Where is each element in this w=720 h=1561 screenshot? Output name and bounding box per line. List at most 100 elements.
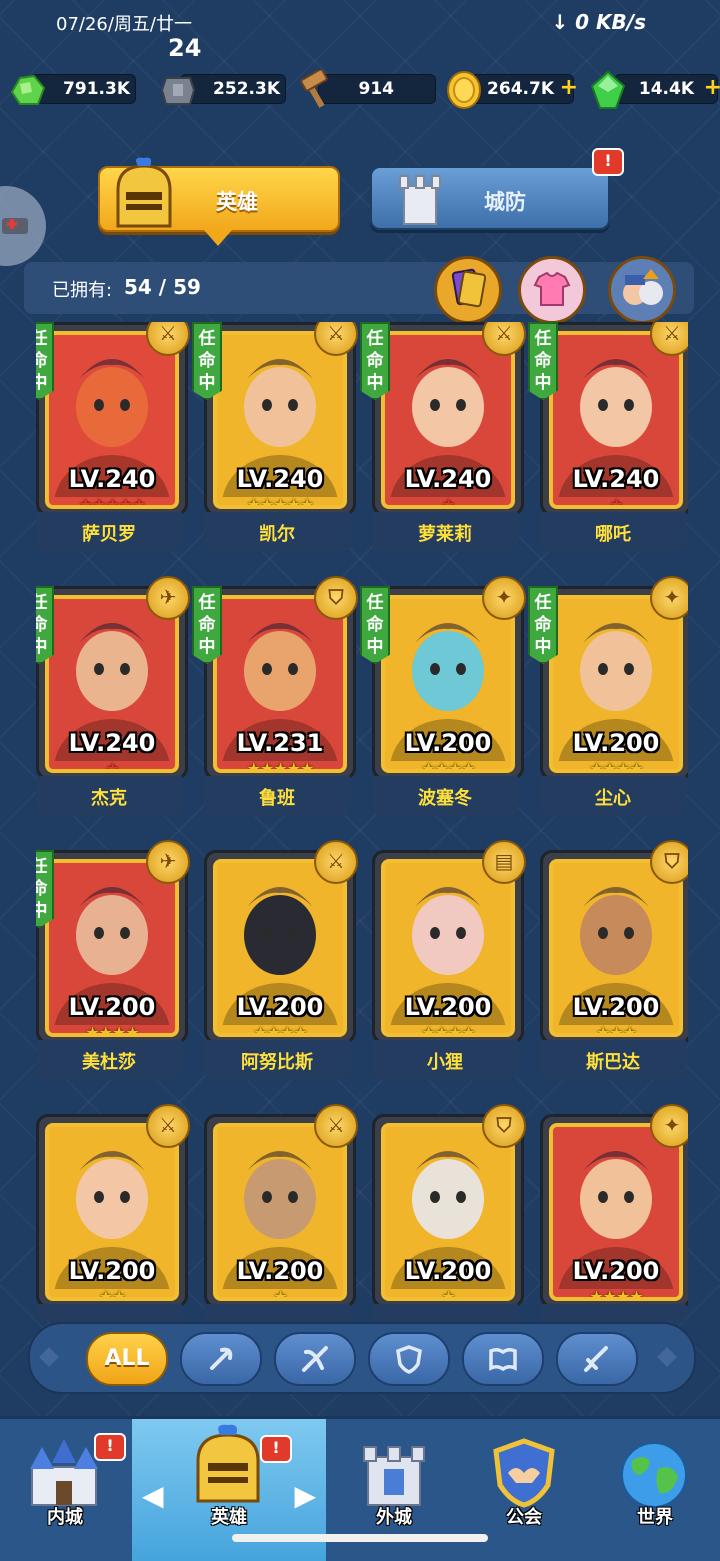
filter-ranged[interactable] (274, 1332, 356, 1386)
hero-portrait-frame: LV.240 ★★★★★ (213, 331, 347, 509)
nav-inner-city[interactable]: 内城 ! (0, 1419, 130, 1561)
guild-icon (493, 1438, 555, 1508)
hero-role-icon: ⛉ (650, 840, 688, 884)
gold-coin-icon (447, 71, 481, 109)
hero-stars: ★★ (98, 1287, 127, 1301)
hero-portrait-frame: LV.200 ★ (213, 1123, 347, 1301)
home-indicator[interactable] (232, 1534, 488, 1542)
hero-name: 尘心 (595, 788, 631, 809)
hero-name-bar (372, 1304, 518, 1322)
world-globe-icon (621, 1442, 687, 1508)
nav-inner-city-label: 内城 (47, 1507, 83, 1528)
hero-level: LV.200 (68, 993, 156, 1021)
hero-name-bar: 美杜莎 (36, 1040, 182, 1080)
filter-all[interactable]: ALL (86, 1332, 168, 1386)
appointed-ribbon: 任 命 中 (192, 322, 222, 400)
hero-level: LV.240 (404, 465, 492, 493)
hero-name: 斯巴达 (586, 1052, 640, 1073)
hero-group-button[interactable] (608, 256, 676, 324)
hero-level: LV.200 (236, 993, 324, 1021)
tab-hero-label: 英雄 (216, 190, 258, 214)
hero-stars: ★★★★ (589, 1287, 643, 1301)
hero-cards-button[interactable] (434, 256, 502, 324)
hero-name-bar: 哪吒 (540, 512, 686, 552)
add-gem-button[interactable]: + (704, 77, 720, 99)
hero-role-icon: ✈ (146, 576, 190, 620)
hero-role-icon: ⚔ (314, 840, 358, 884)
hero-level: LV.200 (404, 729, 492, 757)
hero-name: 美杜莎 (82, 1052, 136, 1073)
status-count: 24 (168, 34, 202, 62)
hero-portrait-frame: LV.240 ★★★★★ (45, 331, 179, 509)
hero-portrait-frame: LV.231 ★★★★★ (213, 595, 347, 773)
green-ore-icon (10, 74, 46, 105)
hero-name: 哪吒 (595, 524, 631, 545)
tab-pointer (204, 230, 232, 246)
resource-gold[interactable]: 264.7K + (444, 70, 578, 109)
cards-icon (451, 268, 487, 308)
add-gold-button[interactable]: + (560, 77, 578, 99)
nav-world[interactable]: 世界 (590, 1419, 720, 1561)
tab-defense-label: 城防 (484, 190, 526, 214)
side-chat-bubble[interactable] (0, 186, 46, 266)
tab-hero[interactable]: 英雄 (98, 157, 340, 246)
hero-level: LV.200 (68, 1257, 156, 1285)
hero-name-bar: 斯巴达 (540, 1040, 686, 1080)
appointed-ribbon: 任 命 中 (36, 322, 54, 400)
hero-name-bar: 尘心 (540, 776, 686, 816)
hero-portrait-frame: LV.240 ★ (381, 331, 515, 509)
hero-level: LV.240 (572, 465, 660, 493)
tab-defense[interactable]: 城防 (370, 166, 610, 230)
resource-stone[interactable]: 252.3K (158, 70, 286, 106)
filter-support[interactable] (462, 1332, 544, 1386)
nav-guild-label: 公会 (506, 1507, 542, 1528)
resource-ore[interactable]: 791.3K (8, 70, 136, 106)
status-date: 07/26/周五/廿一 (56, 14, 193, 35)
resource-bar: 791.3K 252.3K 914 264.7K + 14.4K + (8, 70, 720, 110)
filter-defender[interactable] (368, 1332, 450, 1386)
hero-portrait-frame: LV.200 ★★★★ (549, 595, 683, 773)
hero-stars: ★★★★ (421, 1023, 475, 1037)
hero-name-bar: 凯尔 (204, 512, 350, 552)
hero-group-icon (623, 269, 663, 305)
hero-name-bar: 杰克 (36, 776, 182, 816)
nav-next-arrow[interactable]: ▶ (294, 1479, 316, 1512)
owned-count: 54 / 59 (124, 275, 201, 299)
outer-city-icon (363, 1446, 425, 1506)
filter-warrior[interactable] (556, 1332, 638, 1386)
hero-portrait-frame: LV.200 ★★★★ (381, 859, 515, 1037)
skins-button[interactable] (518, 256, 586, 324)
hero-stars: ★★★★★ (246, 759, 315, 773)
hero-name: 波塞冬 (418, 788, 472, 809)
hero-name-bar (36, 1304, 182, 1322)
hero-helmet-icon (196, 1424, 260, 1503)
shield-filter-icon (396, 1345, 422, 1374)
hero-stars: ★★★★ (589, 759, 643, 773)
hero-stars: ★★★★ (421, 759, 475, 773)
owned-label: 已拥有: (52, 280, 113, 301)
owned-bar: 已拥有: 54 / 59 (24, 256, 694, 324)
resource-gem[interactable]: 14.4K + (588, 70, 720, 109)
nav-world-label: 世界 (637, 1507, 673, 1528)
hero-role-icon: ⛉ (482, 1104, 526, 1148)
resource-hammer[interactable]: 914 (296, 70, 436, 108)
hero-name: 小狸 (427, 1052, 463, 1073)
hero-level: LV.200 (572, 729, 660, 757)
appointed-ribbon: 任 命 中 (36, 850, 54, 928)
hero-level: LV.200 (404, 1257, 492, 1285)
hero-level: LV.240 (68, 729, 156, 757)
hero-portrait-frame: LV.240 ★ (45, 595, 179, 773)
filter-all-label: ALL (104, 1346, 150, 1371)
hero-role-icon: ✦ (650, 576, 688, 620)
hero-level: LV.240 (68, 465, 156, 493)
filter-bar: ALL (28, 1322, 696, 1394)
network-speed: ↓ 0 KB/s (551, 10, 646, 34)
hero-stars: ★★★★★ (78, 495, 147, 509)
hero-stars: ★ (441, 1287, 455, 1301)
hero-alert-badge: ! (260, 1435, 292, 1463)
hero-name-bar: 鲁班 (204, 776, 350, 816)
filter-caster[interactable] (180, 1332, 262, 1386)
hero-name: 萨贝罗 (82, 524, 136, 545)
hero-role-icon: ⛉ (314, 576, 358, 620)
appointed-ribbon: 任 命 中 (360, 322, 390, 400)
